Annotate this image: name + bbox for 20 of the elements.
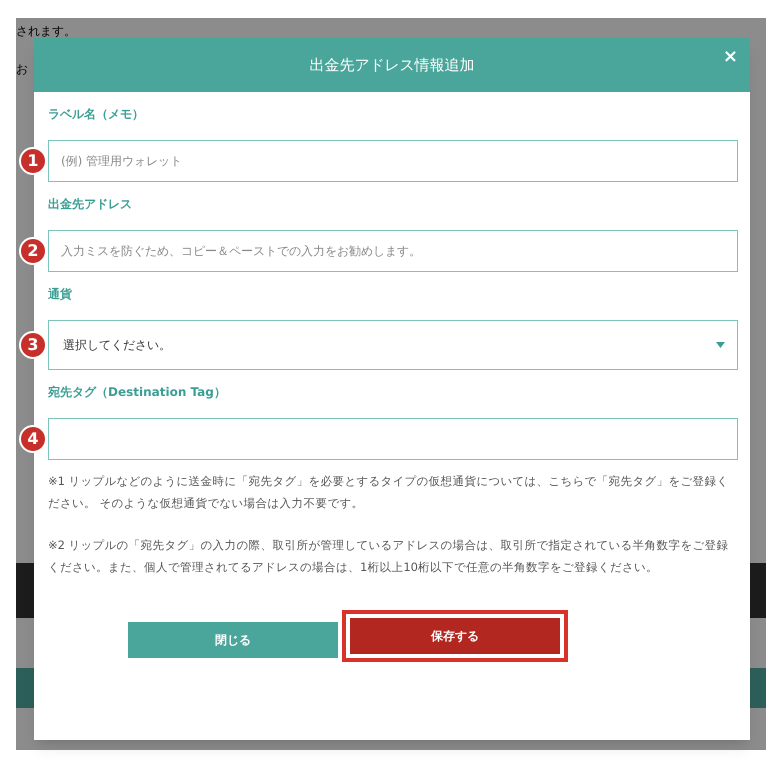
text-field[interactable]: (例) 管理用ウォレット bbox=[48, 140, 738, 182]
field-label: ラベル名（メモ） bbox=[48, 106, 144, 122]
save-button[interactable]: 保存する bbox=[350, 618, 560, 654]
select-value: 選択してください。 bbox=[63, 337, 171, 354]
field-label: 出金先アドレス bbox=[48, 196, 132, 212]
currency-select[interactable]: 選択してください。 bbox=[48, 320, 738, 370]
field-label: 宛先タグ（Destination Tag） bbox=[48, 384, 226, 400]
number-marker: 2 bbox=[19, 237, 47, 265]
caret-icon bbox=[716, 342, 725, 348]
text-field[interactable] bbox=[48, 418, 738, 460]
page-text: されます。 bbox=[16, 23, 76, 40]
note-text: ※2 リップルの「宛先タグ」の入力の際、取引所が管理しているアドレスの場合は、取引所で指定されている半角数字をご登録ください。また、個人で管理されてるアドレスの場合は、1桁以上10桁以下で任意の半角数字をご登録ください。 bbox=[48, 537, 730, 576]
number-marker: 3 bbox=[19, 331, 47, 359]
number-marker: 4 bbox=[19, 425, 47, 453]
text-field[interactable]: 入力ミスを防ぐため、コピー＆ペーストでの入力をお勧めします。 bbox=[48, 230, 738, 272]
number-marker: 1 bbox=[19, 147, 47, 175]
dialog-title: 出金先アドレス情報追加 bbox=[310, 54, 474, 76]
page-text: お bbox=[16, 61, 28, 78]
field-label: 通貨 bbox=[48, 286, 72, 302]
note-text: ※1 リップルなどのように送金時に「宛先タグ」を必要とするタイプの仮想通貨については、こちらで「宛先タグ」をご登録ください。 そのような仮想通貨でない場合は入力不要です。 bbox=[48, 473, 730, 512]
